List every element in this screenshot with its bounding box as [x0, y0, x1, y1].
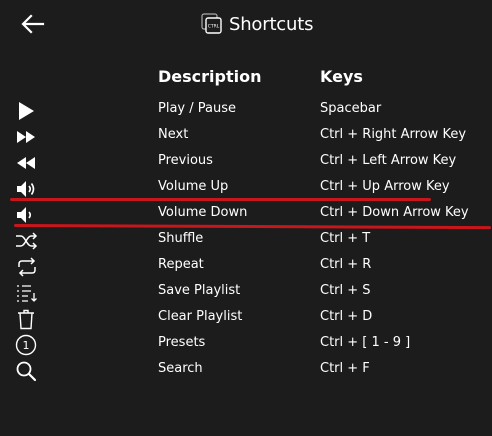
shortcut-row-save-playlist: Save Playlist Ctrl + S [0, 280, 492, 306]
title-group: CTRL Shortcuts [201, 11, 313, 37]
shortcut-row-next: Next Ctrl + Right Arrow Key [0, 124, 492, 150]
keys-column-header: Keys [320, 67, 363, 86]
highlight-line-upper [10, 198, 431, 201]
back-button[interactable] [19, 11, 47, 37]
shortcut-row-clear-playlist: Clear Playlist Ctrl + D [0, 306, 492, 332]
volume-down-icon [14, 204, 40, 226]
trash-icon [14, 308, 40, 330]
shortcut-keys: Spacebar [320, 101, 382, 116]
shortcut-description: Next [158, 127, 189, 142]
volume-up-icon [14, 178, 40, 200]
shortcut-description: Shuffle [158, 231, 204, 246]
repeat-icon [14, 256, 40, 278]
playlist-icon [14, 282, 40, 304]
shortcut-row-presets: 1 Presets Ctrl + [ 1 - 9 ] [0, 332, 492, 358]
shortcut-keys: Ctrl + D [320, 309, 373, 324]
shortcut-row-search: Search Ctrl + F [0, 358, 492, 384]
shortcut-description: Save Playlist [158, 283, 241, 298]
shortcut-keys: Ctrl + F [320, 361, 370, 376]
description-column-header: Description [158, 67, 262, 86]
header: CTRL Shortcuts [0, 0, 492, 50]
ctrl-key-icon: CTRL [201, 13, 222, 34]
preset-icon: 1 [14, 334, 40, 356]
shortcut-description: Repeat [158, 257, 204, 272]
shortcut-keys: Ctrl + S [320, 283, 371, 298]
shortcut-description: Play / Pause [158, 101, 236, 116]
search-icon [14, 360, 40, 382]
shortcut-description: Search [158, 361, 203, 376]
shortcut-description: Volume Up [158, 179, 229, 194]
shortcut-description: Volume Down [158, 205, 248, 220]
shortcut-description: Previous [158, 153, 213, 168]
shortcut-keys: Ctrl + R [320, 257, 372, 272]
play-icon [14, 100, 40, 122]
back-arrow-icon [21, 14, 45, 34]
previous-icon [14, 152, 40, 174]
shortcut-row-repeat: Repeat Ctrl + R [0, 254, 492, 280]
svg-text:1: 1 [23, 339, 30, 352]
shortcut-row-shuffle: Shuffle Ctrl + T [0, 228, 492, 254]
shortcut-keys: Ctrl + Right Arrow Key [320, 127, 467, 142]
shortcut-keys: Ctrl + [ 1 - 9 ] [320, 335, 411, 350]
shortcut-description: Presets [158, 335, 206, 350]
shortcut-keys: Ctrl + Up Arrow Key [320, 179, 450, 194]
shuffle-icon [14, 230, 40, 252]
shortcut-description: Clear Playlist [158, 309, 243, 324]
page-title: Shortcuts [229, 13, 314, 35]
svg-text:CTRL: CTRL [208, 24, 220, 30]
shortcut-keys: Ctrl + Left Arrow Key [320, 153, 457, 168]
shortcut-row-previous: Previous Ctrl + Left Arrow Key [0, 150, 492, 176]
shortcut-keys: Ctrl + T [320, 231, 371, 246]
shortcut-keys: Ctrl + Down Arrow Key [320, 205, 469, 220]
shortcut-row-play-pause: Play / Pause Spacebar [0, 98, 492, 124]
next-icon [14, 126, 40, 148]
